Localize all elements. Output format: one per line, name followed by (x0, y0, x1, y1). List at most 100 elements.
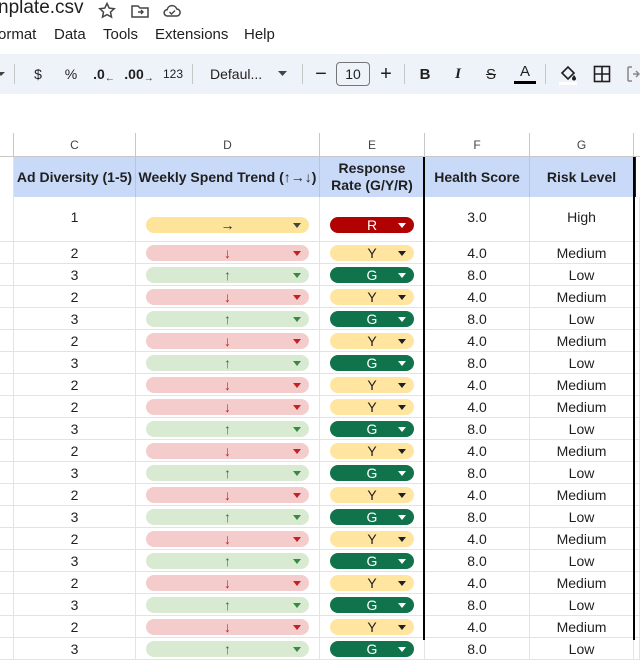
merge-cells-icon[interactable] (626, 65, 640, 83)
cell-health-score[interactable]: 4.0 (425, 242, 530, 263)
cell-response-rate[interactable]: Y (320, 330, 425, 351)
cell-response-rate[interactable]: G (320, 506, 425, 527)
chevron-down-icon[interactable] (398, 559, 406, 564)
column-header-g[interactable]: G (530, 133, 634, 157)
cell-health-score[interactable]: 4.0 (425, 330, 530, 351)
cell-risk-level[interactable]: Medium (530, 528, 634, 549)
cell-b[interactable] (0, 418, 14, 439)
response-rate-chip[interactable]: Y (330, 289, 414, 305)
decrease-decimal-button[interactable]: .0 ← (92, 54, 116, 94)
cell-ad-diversity[interactable]: 2 (14, 616, 136, 637)
response-rate-chip[interactable]: Y (330, 377, 414, 393)
cell-risk-level[interactable]: Medium (530, 396, 634, 417)
trend-chip[interactable]: ↑ (146, 421, 309, 437)
cell-weekly-spend-trend[interactable]: ↓ (136, 374, 320, 395)
cell-b[interactable] (0, 308, 14, 329)
header-risk-level[interactable]: Risk Level (530, 157, 634, 197)
cell-response-rate[interactable]: Y (320, 484, 425, 505)
chevron-down-icon[interactable] (293, 603, 301, 608)
column-header-e[interactable]: E (320, 133, 425, 157)
cell-b[interactable] (0, 484, 14, 505)
cell-response-rate[interactable]: G (320, 462, 425, 483)
cell-ad-diversity[interactable]: 3 (14, 418, 136, 439)
chevron-down-icon[interactable] (293, 405, 301, 410)
fill-color-icon[interactable] (557, 64, 579, 86)
cell-response-rate[interactable]: G (320, 308, 425, 329)
cell-b[interactable] (0, 572, 14, 593)
chevron-down-icon[interactable] (293, 537, 301, 542)
chevron-down-icon[interactable] (398, 647, 406, 652)
response-rate-chip[interactable]: Y (330, 399, 414, 415)
cell-b[interactable] (0, 242, 14, 263)
cell-b[interactable] (0, 440, 14, 461)
header-cell-b[interactable] (0, 157, 14, 197)
cell-response-rate[interactable]: Y (320, 374, 425, 395)
cell-b[interactable] (0, 374, 14, 395)
cell-risk-level[interactable]: Medium (530, 440, 634, 461)
response-rate-chip[interactable]: Y (330, 531, 414, 547)
cell-risk-level[interactable]: Low (530, 506, 634, 527)
cell-weekly-spend-trend[interactable]: ↑ (136, 462, 320, 483)
borders-icon[interactable] (593, 65, 611, 83)
chevron-down-icon[interactable] (293, 449, 301, 454)
menu-extensions[interactable]: Extensions (155, 26, 228, 43)
chevron-down-icon[interactable] (293, 383, 301, 388)
chevron-down-icon[interactable] (398, 251, 406, 256)
cell-risk-level[interactable]: Medium (530, 286, 634, 307)
cell-weekly-spend-trend[interactable]: ↓ (136, 396, 320, 417)
trend-chip[interactable]: ↓ (146, 619, 309, 635)
trend-chip[interactable]: ↓ (146, 245, 309, 261)
cell-b[interactable] (0, 616, 14, 637)
cell-health-score[interactable]: 4.0 (425, 440, 530, 461)
cell-risk-level[interactable]: Medium (530, 374, 634, 395)
cell-risk-level[interactable]: Medium (530, 242, 634, 263)
chevron-down-icon[interactable] (398, 383, 406, 388)
cell-ad-diversity[interactable]: 3 (14, 638, 136, 659)
chevron-down-icon[interactable] (398, 537, 406, 542)
star-icon[interactable] (97, 1, 117, 21)
cell-ad-diversity[interactable]: 2 (14, 286, 136, 307)
chevron-down-icon[interactable] (293, 223, 301, 228)
cell-health-score[interactable]: 8.0 (425, 506, 530, 527)
cell-risk-level[interactable]: Low (530, 352, 634, 373)
cell-risk-level[interactable]: Medium (530, 616, 634, 637)
cell-ad-diversity[interactable]: 2 (14, 396, 136, 417)
move-to-folder-icon[interactable] (130, 1, 150, 21)
chevron-down-icon[interactable] (293, 559, 301, 564)
chevron-down-icon[interactable] (398, 471, 406, 476)
chevron-down-icon[interactable] (398, 581, 406, 586)
trend-chip[interactable]: ↑ (146, 553, 309, 569)
cell-weekly-spend-trend[interactable]: ↑ (136, 594, 320, 615)
cell-response-rate[interactable]: G (320, 638, 425, 659)
response-rate-chip[interactable]: G (330, 509, 414, 525)
chevron-down-icon[interactable] (293, 361, 301, 366)
cell-health-score[interactable]: 8.0 (425, 264, 530, 285)
cell-risk-level[interactable]: Medium (530, 330, 634, 351)
chevron-down-icon[interactable] (293, 581, 301, 586)
response-rate-chip[interactable]: Y (330, 245, 414, 261)
trend-chip[interactable]: ↑ (146, 641, 309, 657)
cell-risk-level[interactable]: Low (530, 462, 634, 483)
cell-health-score[interactable]: 4.0 (425, 616, 530, 637)
header-ad-diversity[interactable]: Ad Diversity (1-5) (14, 157, 136, 197)
column-header-h[interactable] (634, 133, 640, 157)
cell-weekly-spend-trend[interactable]: ↓ (136, 572, 320, 593)
cell-health-score[interactable]: 8.0 (425, 308, 530, 329)
cell-health-score[interactable]: 8.0 (425, 462, 530, 483)
cell-ad-diversity[interactable]: 3 (14, 506, 136, 527)
cell-ad-diversity[interactable]: 3 (14, 352, 136, 373)
chevron-down-icon[interactable] (398, 361, 406, 366)
menu-tools[interactable]: Tools (103, 26, 138, 43)
cell-health-score[interactable]: 4.0 (425, 396, 530, 417)
cell-weekly-spend-trend[interactable]: ↑ (136, 550, 320, 571)
cell-response-rate[interactable]: Y (320, 616, 425, 637)
cell-response-rate[interactable]: Y (320, 396, 425, 417)
cell-response-rate[interactable]: G (320, 352, 425, 373)
cell-ad-diversity[interactable]: 3 (14, 264, 136, 285)
cell-health-score[interactable]: 3.0 (425, 197, 530, 241)
cell-response-rate[interactable]: G (320, 594, 425, 615)
strikethrough-button[interactable]: S (481, 54, 501, 94)
trend-chip[interactable]: ↓ (146, 399, 309, 415)
trend-chip[interactable]: ↑ (146, 311, 309, 327)
response-rate-chip[interactable]: G (330, 465, 414, 481)
